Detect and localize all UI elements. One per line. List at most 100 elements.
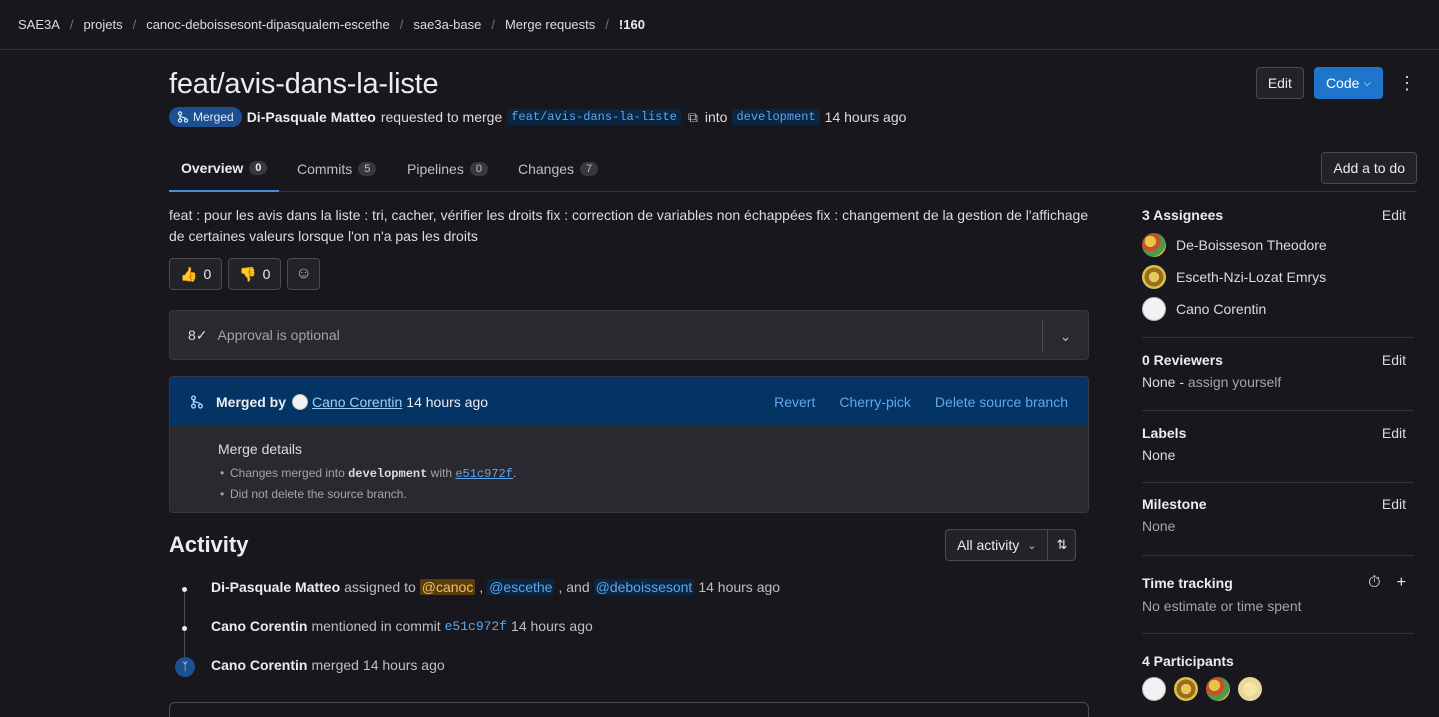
breadcrumb-group[interactable]: SAE3A: [18, 17, 60, 32]
tab-count: 7: [580, 161, 599, 176]
avatar[interactable]: [1142, 677, 1166, 701]
detail-commit-link[interactable]: e51c972f: [455, 467, 513, 481]
tab-count: 5: [358, 161, 377, 176]
status-badge: Merged: [169, 107, 242, 127]
detail-text: with: [430, 466, 452, 480]
milestone-edit-button[interactable]: Edit: [1382, 496, 1414, 512]
code-button-label: Code: [1325, 75, 1360, 91]
milestone-title: Milestone: [1142, 496, 1207, 512]
code-dropdown-button[interactable]: Code ⌵: [1313, 67, 1383, 99]
header-actions: Edit Code ⌵ ⋮: [1255, 67, 1417, 99]
assignees-title: 3 Assignees: [1142, 207, 1224, 223]
breadcrumb: SAE3A / projets / canoc-deboissesont-dip…: [0, 0, 1439, 50]
milestone-section: Milestone Edit None: [1142, 496, 1414, 534]
merge-icon: ᛉ: [175, 657, 195, 677]
avatar: [292, 393, 309, 410]
avatar: [1142, 265, 1166, 289]
avatar[interactable]: [1206, 677, 1230, 701]
tab-label: Overview: [181, 159, 244, 176]
stopwatch-icon[interactable]: ⏱: [1368, 574, 1380, 592]
activity-text: mentioned in commit: [311, 618, 441, 634]
labels-value: None: [1142, 447, 1176, 463]
avatar[interactable]: [1238, 677, 1262, 701]
merge-details: Merge details Changes merged into develo…: [170, 426, 1088, 504]
timeline-dot: [182, 626, 187, 631]
breadcrumb-namespace[interactable]: canoc-deboissesont-dipasqualem-escethe: [146, 17, 390, 32]
assign-yourself-link[interactable]: assign yourself: [1188, 374, 1281, 390]
labels-section: Labels Edit None: [1142, 425, 1414, 463]
more-actions-icon[interactable]: ⋮: [1397, 67, 1417, 99]
tab-overview[interactable]: Overview 0: [169, 145, 280, 192]
chevron-down-icon[interactable]: ⌄: [1042, 320, 1088, 352]
tab-commits[interactable]: Commits 5: [285, 145, 388, 192]
cherry-pick-button[interactable]: Cherry-pick: [839, 394, 911, 410]
breadcrumb-project[interactable]: sae3a-base: [413, 17, 481, 32]
tab-pipelines[interactable]: Pipelines 0: [395, 145, 500, 192]
milestone-value: None: [1142, 518, 1176, 534]
list-item: Changes merged into development with e51…: [218, 463, 1088, 484]
merge-details-list: Changes merged into development with e51…: [218, 463, 1088, 504]
tab-label: Pipelines: [407, 160, 464, 177]
mention[interactable]: @deboissesont: [593, 579, 695, 595]
edit-button[interactable]: Edit: [1255, 67, 1304, 99]
approval-icon: 8✓: [188, 326, 208, 343]
assignee-item[interactable]: De-Boisseson Theodore: [1142, 229, 1414, 261]
smiley-icon: ☺: [295, 265, 312, 282]
plus-icon[interactable]: +: [1397, 574, 1406, 592]
time-tracking-title: Time tracking: [1142, 575, 1233, 591]
breadcrumb-separator: /: [132, 17, 137, 32]
sort-order-button[interactable]: ⇅: [1048, 529, 1077, 561]
mention[interactable]: @escethe: [487, 579, 555, 595]
assignee-item[interactable]: Cano Corentin: [1142, 293, 1414, 325]
avatar[interactable]: [1174, 677, 1198, 701]
target-branch[interactable]: development: [732, 109, 820, 125]
breadcrumb-subgroup[interactable]: projets: [84, 17, 123, 32]
reviewers-edit-button[interactable]: Edit: [1382, 352, 1414, 368]
activity-title: Activity: [169, 532, 249, 557]
activity-filter-label: All activity: [957, 537, 1020, 553]
detail-text: Changes merged into: [230, 466, 345, 480]
revert-button[interactable]: Revert: [774, 394, 815, 410]
activity-text: , and: [558, 579, 590, 595]
comment-editor[interactable]: [169, 702, 1089, 717]
activity-text: merged: [311, 657, 359, 673]
thumbs-up-count: 0: [203, 266, 212, 282]
merge-details-title: Merge details: [218, 441, 303, 457]
thumbs-down-button[interactable]: 👎 0: [228, 258, 282, 290]
tab-count: 0: [469, 161, 488, 176]
tab-changes[interactable]: Changes 7: [506, 145, 610, 192]
delete-source-branch-button[interactable]: Delete source branch: [935, 394, 1068, 410]
merged-by-user[interactable]: Cano Corentin: [312, 394, 402, 410]
activity-user[interactable]: Cano Corentin: [211, 657, 307, 673]
participants-title: 4 Participants: [1142, 653, 1234, 669]
labels-title: Labels: [1142, 425, 1187, 441]
assignees-edit-button[interactable]: Edit: [1382, 207, 1414, 223]
assignees-section: 3 Assignees Edit De-Boisseson Theodore Es…: [1142, 207, 1414, 325]
divider: [1142, 633, 1414, 634]
assignee-item[interactable]: Esceth-Nzi-Lozat Emrys: [1142, 261, 1414, 293]
breadcrumb-mr-id[interactable]: !160: [619, 17, 645, 32]
activity-item: Di-Pasquale Matteo assigned to @canoc, @…: [211, 579, 781, 595]
avatar: [1142, 233, 1166, 257]
breadcrumb-merge-requests[interactable]: Merge requests: [505, 17, 595, 32]
add-reaction-button[interactable]: ☺: [287, 258, 320, 290]
copy-icon[interactable]: ⧉: [688, 109, 698, 126]
add-todo-button[interactable]: Add a to do: [1321, 152, 1417, 184]
activity-filter-dropdown[interactable]: All activity ⌄: [945, 529, 1049, 561]
merge-icon: [177, 111, 189, 123]
activity-user[interactable]: Di-Pasquale Matteo: [211, 579, 340, 595]
commit-link[interactable]: e51c972f: [445, 619, 507, 634]
author-name[interactable]: Di-Pasquale Matteo: [247, 109, 376, 125]
reviewers-section: 0 Reviewers Edit None - assign yourself: [1142, 352, 1414, 390]
source-branch[interactable]: feat/avis-dans-la-liste: [507, 109, 681, 125]
time-tracking-value: No estimate or time spent: [1142, 598, 1302, 614]
activity-item: Cano Corentin mentioned in commit e51c97…: [211, 618, 593, 634]
list-item: Did not delete the source branch.: [218, 484, 1088, 504]
merged-widget: Merged by Cano Corentin 14 hours ago Rev…: [169, 376, 1089, 513]
labels-edit-button[interactable]: Edit: [1382, 425, 1414, 441]
activity-user[interactable]: Cano Corentin: [211, 618, 307, 634]
time-tracking-section: Time tracking ⏱ + No estimate or time spe…: [1142, 574, 1414, 614]
thumbs-up-button[interactable]: 👍 0: [169, 258, 223, 290]
mention[interactable]: @canoc: [419, 579, 476, 595]
approval-widget[interactable]: 8✓ Approval is optional ⌄: [169, 310, 1089, 360]
